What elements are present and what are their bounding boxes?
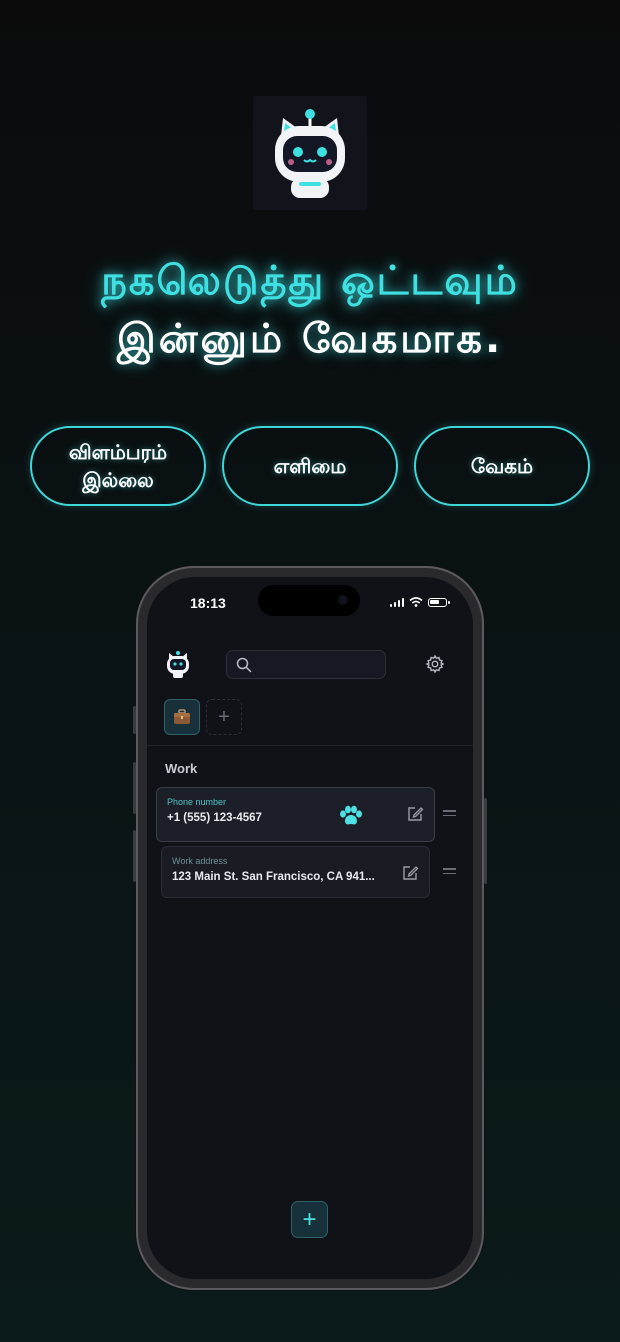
edit-icon[interactable] bbox=[401, 864, 419, 882]
wifi-icon bbox=[409, 597, 423, 607]
phone-action-button bbox=[133, 706, 136, 734]
edit-icon[interactable] bbox=[406, 805, 424, 823]
signal-icon bbox=[389, 597, 404, 607]
status-icons bbox=[389, 597, 450, 607]
headline-line-1: நகலெடுத்து ஒட்டவும் bbox=[101, 258, 519, 304]
entry-card-address[interactable]: Work address 123 Main St. San Francisco,… bbox=[161, 846, 430, 898]
gear-icon[interactable] bbox=[425, 654, 445, 674]
phone-volume-up bbox=[133, 762, 136, 814]
entry-card-phone[interactable]: Phone number +1 (555) 123-4567 bbox=[156, 787, 435, 842]
briefcase-icon bbox=[174, 709, 190, 724]
phone-mockup: 18:13 + Work Phone number +1 (555) 123-4… bbox=[133, 566, 487, 1290]
feature-pill-no-ads: விளம்பரம் இல்லை bbox=[30, 426, 206, 506]
entry-value: +1 (555) 123-4567 bbox=[167, 812, 262, 824]
group-title: Work bbox=[165, 761, 198, 776]
entry-label: Phone number bbox=[167, 797, 227, 807]
phone-screen: 18:13 + Work Phone number +1 (555) 123-4… bbox=[147, 577, 473, 1279]
entry-value: 123 Main St. San Francisco, CA 941... bbox=[172, 871, 375, 883]
add-entry-button[interactable]: + bbox=[291, 1201, 328, 1238]
divider bbox=[147, 745, 473, 746]
drag-handle-icon[interactable] bbox=[443, 868, 456, 877]
drag-handle-icon[interactable] bbox=[443, 810, 456, 819]
feature-pill-label: வேகம் bbox=[470, 454, 534, 478]
app-logo-small-icon bbox=[167, 651, 189, 678]
feature-pill-fast: வேகம் bbox=[414, 426, 590, 506]
feature-pill-label: எளிமை bbox=[273, 454, 347, 478]
entry-label: Work address bbox=[172, 856, 228, 866]
app-logo bbox=[253, 96, 367, 210]
status-time: 18:13 bbox=[190, 595, 226, 611]
add-tab-button[interactable]: + bbox=[206, 699, 242, 735]
battery-icon bbox=[428, 597, 450, 607]
tab-work[interactable] bbox=[164, 699, 200, 735]
headline: நகலெடுத்து ஒட்டவும் இன்னும் வேகமாக. bbox=[0, 252, 620, 368]
dynamic-island bbox=[258, 585, 360, 616]
paw-icon bbox=[340, 805, 362, 825]
search-icon bbox=[236, 657, 252, 673]
feature-pill-simple: எளிமை bbox=[222, 426, 398, 506]
headline-line-2: இன்னும் வேகமாக. bbox=[116, 316, 504, 362]
phone-volume-down bbox=[133, 830, 136, 882]
search-input[interactable] bbox=[226, 650, 386, 679]
robot-cat-icon bbox=[275, 109, 345, 198]
phone-power-button bbox=[484, 798, 487, 884]
feature-pill-label: விளம்பரம் இல்லை bbox=[68, 440, 168, 492]
